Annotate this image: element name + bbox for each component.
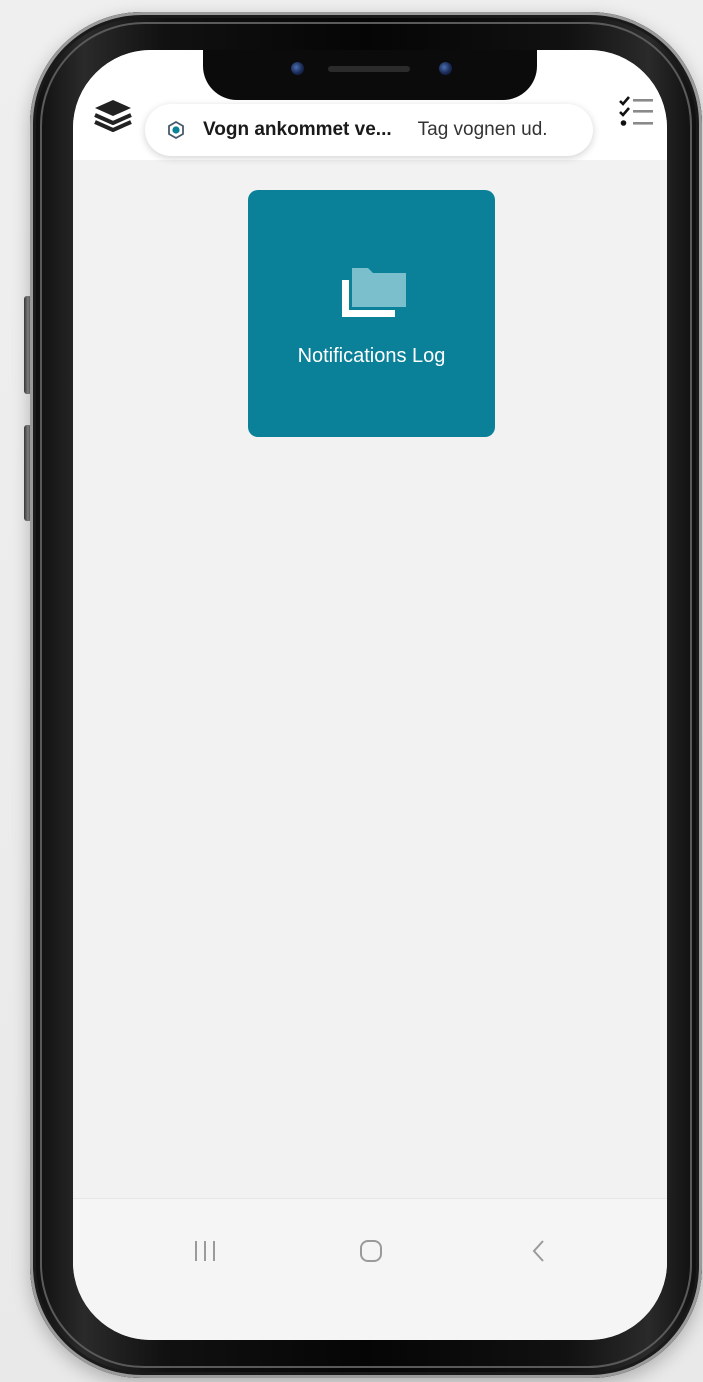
notifications-log-tile[interactable]: Notifications Log — [248, 190, 495, 437]
system-navigation-bar — [73, 1198, 667, 1340]
app-badge-icon — [168, 121, 184, 139]
notification-title: Vogn ankommet ve... — [203, 119, 392, 140]
earpiece-speaker — [328, 66, 410, 72]
layers-icon[interactable] — [93, 96, 133, 136]
back-button[interactable] — [509, 1221, 569, 1281]
checklist-icon[interactable] — [619, 96, 655, 130]
recents-button[interactable] — [175, 1221, 235, 1281]
sensor-icon — [439, 62, 452, 75]
notification-banner[interactable]: Vogn ankommet ve... Tag vognen ud. — [145, 104, 593, 156]
folder-icon — [342, 268, 406, 317]
device-mockup: Vogn ankommet ve... Tag vognen ud. Notif… — [0, 0, 703, 1382]
phone-screen: Vogn ankommet ve... Tag vognen ud. Notif… — [73, 50, 667, 1340]
recents-icon — [195, 1241, 215, 1261]
camera-notch — [203, 50, 537, 100]
front-camera-icon — [291, 62, 304, 75]
tile-label: Notifications Log — [297, 345, 446, 367]
home-button[interactable] — [341, 1221, 401, 1281]
chevron-left-icon — [532, 1240, 544, 1262]
home-icon — [360, 1240, 382, 1262]
notification-message: Tag vognen ud. — [417, 119, 548, 140]
